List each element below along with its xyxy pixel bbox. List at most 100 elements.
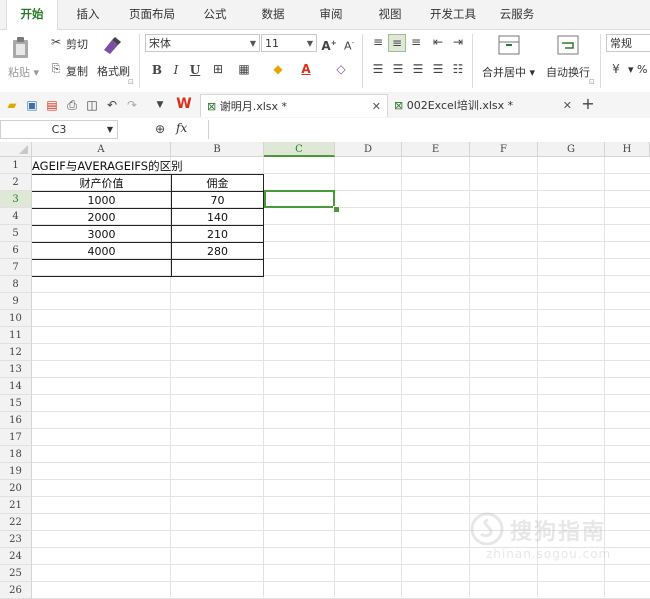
align-bottom-icon[interactable]: ≡: [408, 34, 424, 50]
cell-b2[interactable]: 佣金: [171, 175, 264, 192]
column-header-b[interactable]: B: [171, 142, 264, 157]
percent-button[interactable]: ▾ %: [628, 63, 647, 76]
name-box[interactable]: C3 ▼: [0, 120, 118, 139]
row-header[interactable]: 5: [0, 225, 32, 242]
format-painter-button[interactable]: 格式刷: [97, 63, 130, 79]
column-header-a[interactable]: A: [32, 142, 171, 157]
distributed-icon[interactable]: ☷: [450, 61, 466, 77]
align-top-icon[interactable]: ≡: [370, 34, 386, 50]
print-icon[interactable]: ⎙: [64, 97, 80, 113]
tab-developer[interactable]: 开发工具: [423, 0, 483, 29]
row-header[interactable]: 17: [0, 429, 32, 446]
row-header[interactable]: 6: [0, 242, 32, 259]
clear-format-icon[interactable]: ◇: [333, 61, 349, 77]
row-header[interactable]: 4: [0, 208, 32, 225]
tab-review[interactable]: 审阅: [311, 0, 351, 29]
row-header[interactable]: 22: [0, 514, 32, 531]
cell-a2[interactable]: 财产价值: [32, 175, 171, 192]
bold-button[interactable]: B: [149, 62, 165, 78]
row-header[interactable]: 12: [0, 344, 32, 361]
font-name-select[interactable]: 宋体 ▼: [145, 34, 260, 52]
column-header-g[interactable]: G: [538, 142, 605, 157]
alignment-launcher-icon[interactable]: ⊡: [589, 78, 595, 86]
format-painter-icon[interactable]: [100, 34, 124, 56]
align-center-icon[interactable]: ☰: [390, 61, 406, 77]
currency-format-icon[interactable]: ¥: [608, 61, 624, 77]
row-header[interactable]: 18: [0, 446, 32, 463]
row-header[interactable]: 3: [0, 191, 32, 208]
paste-icon[interactable]: [10, 36, 32, 60]
tab-home[interactable]: 开始: [6, 0, 58, 30]
merge-center-button[interactable]: 合并居中 ▾: [482, 64, 535, 80]
column-header-e[interactable]: E: [402, 142, 470, 157]
font-color-icon[interactable]: A: [298, 61, 314, 77]
row-header[interactable]: 21: [0, 497, 32, 514]
row-header[interactable]: 1: [0, 157, 32, 174]
active-cell-c3[interactable]: [264, 190, 335, 208]
cut-button[interactable]: 剪切: [66, 36, 88, 52]
fill-color-icon[interactable]: ◆: [270, 61, 286, 77]
italic-button[interactable]: I: [168, 62, 184, 78]
row-header[interactable]: 25: [0, 565, 32, 582]
clipboard-launcher-icon[interactable]: ⊡: [128, 78, 134, 86]
wps-logo-icon[interactable]: W: [176, 96, 192, 112]
tab-page-layout[interactable]: 页面布局: [122, 0, 182, 29]
open-folder-icon[interactable]: ▰: [4, 97, 20, 113]
column-header-h[interactable]: H: [605, 142, 650, 157]
tab-insert[interactable]: 插入: [68, 0, 108, 29]
column-header-f[interactable]: F: [470, 142, 538, 157]
cell-b3[interactable]: 70: [171, 192, 264, 209]
doc-tab[interactable]: ⊠ 002Excel培训.xlsx * ✕: [388, 94, 578, 117]
row-header[interactable]: 14: [0, 378, 32, 395]
cell-a3[interactable]: 1000: [32, 192, 171, 209]
cell-a5[interactable]: 3000: [32, 226, 171, 243]
fill-handle[interactable]: [333, 206, 340, 213]
underline-button[interactable]: U: [187, 62, 203, 78]
row-header[interactable]: 13: [0, 361, 32, 378]
cell-b5[interactable]: 210: [171, 226, 264, 243]
doc-tab-active[interactable]: ⊠ 谢明月.xlsx * ✕: [200, 94, 388, 117]
zoom-search-icon[interactable]: ⊕: [152, 121, 168, 137]
redo-icon[interactable]: ↷: [124, 97, 140, 113]
row-header[interactable]: 8: [0, 276, 32, 293]
wrap-text-button[interactable]: 自动换行: [546, 64, 590, 80]
wrap-text-icon[interactable]: [557, 35, 579, 55]
undo-icon[interactable]: ↶: [104, 97, 120, 113]
row-header[interactable]: 16: [0, 412, 32, 429]
font-size-select[interactable]: 11 ▼: [261, 34, 317, 52]
row-header[interactable]: 10: [0, 310, 32, 327]
decrease-font-icon[interactable]: A-: [341, 35, 357, 53]
paste-button[interactable]: 粘贴 ▾: [8, 64, 39, 80]
new-tab-icon[interactable]: +: [580, 96, 596, 112]
select-all-corner[interactable]: [0, 142, 32, 157]
close-icon[interactable]: ✕: [372, 95, 381, 118]
column-header-d[interactable]: D: [335, 142, 402, 157]
row-header[interactable]: 24: [0, 548, 32, 565]
tab-view[interactable]: 视图: [370, 0, 410, 29]
decrease-indent-icon[interactable]: ⇤: [430, 34, 446, 50]
row-header[interactable]: 15: [0, 395, 32, 412]
export-pdf-icon[interactable]: ▤: [44, 97, 60, 113]
row-header[interactable]: 26: [0, 582, 32, 599]
tab-data[interactable]: 数据: [253, 0, 293, 29]
tab-formulas[interactable]: 公式: [195, 0, 235, 29]
print-preview-icon[interactable]: ◫: [84, 97, 100, 113]
close-icon[interactable]: ✕: [563, 94, 572, 117]
fill-pattern-icon[interactable]: ▦: [236, 61, 252, 77]
column-header-c[interactable]: C: [264, 142, 335, 157]
tab-cloud[interactable]: 云服务: [492, 0, 542, 29]
justify-icon[interactable]: ☰: [430, 61, 446, 77]
row-header[interactable]: 11: [0, 327, 32, 344]
align-right-icon[interactable]: ☰: [410, 61, 426, 77]
increase-font-icon[interactable]: A+: [321, 35, 337, 53]
merge-center-icon[interactable]: [498, 35, 520, 55]
row-header[interactable]: 19: [0, 463, 32, 480]
row-header[interactable]: 9: [0, 293, 32, 310]
borders-icon[interactable]: ⊞: [210, 61, 226, 77]
cell-a6[interactable]: 4000: [32, 243, 171, 260]
quick-access-dropdown-icon[interactable]: ▼: [152, 97, 168, 113]
save-icon[interactable]: ▣: [24, 97, 40, 113]
cell-a1[interactable]: AGEIF与AVERAGEIFS的区别: [32, 158, 292, 175]
align-middle-icon[interactable]: ≡: [388, 34, 406, 52]
copy-button[interactable]: 复制: [66, 63, 88, 79]
